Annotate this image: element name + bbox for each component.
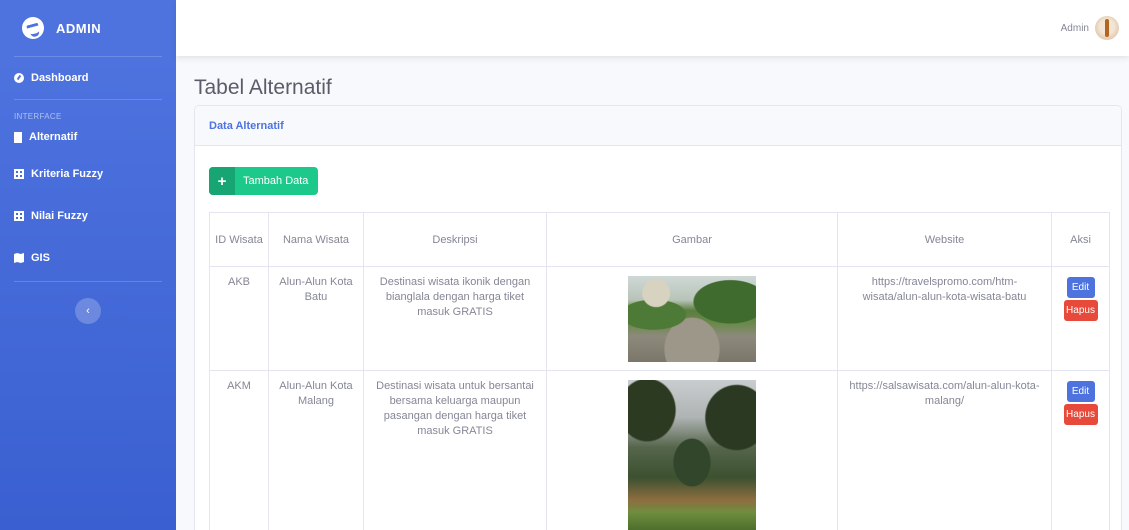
plus-icon: + bbox=[209, 167, 235, 195]
table-row: AKB Alun-Alun Kota Batu Destinasi wisata… bbox=[209, 266, 1110, 371]
cell-nama: Alun-Alun Kota Batu bbox=[268, 266, 364, 371]
user-name[interactable]: Admin bbox=[1061, 23, 1089, 34]
chevron-left-icon: ‹ bbox=[86, 305, 90, 317]
page-title: Tabel Alternatif bbox=[194, 76, 332, 99]
cell-deskripsi: Destinasi wisata ikonik dengan bianglala… bbox=[363, 266, 547, 371]
wisata-image bbox=[628, 276, 756, 362]
add-data-button[interactable]: + Tambah Data bbox=[209, 167, 319, 195]
card-header: Data Alternatif bbox=[195, 106, 1121, 146]
sidebar-toggle-button[interactable]: ‹ bbox=[75, 298, 101, 324]
topbar: Admin bbox=[176, 0, 1129, 56]
table-row: AKM Alun-Alun Kota Malang Destinasi wisa… bbox=[209, 370, 1110, 530]
column-header-website: Website bbox=[837, 212, 1052, 267]
table-icon bbox=[14, 169, 24, 179]
column-header-deskripsi: Deskripsi bbox=[363, 212, 547, 267]
edit-button[interactable]: Edit bbox=[1066, 381, 1095, 402]
cell-gambar bbox=[546, 266, 838, 371]
add-data-label: Tambah Data bbox=[243, 175, 309, 187]
data-card: Data Alternatif + Tambah Data ID Wisata … bbox=[194, 105, 1122, 530]
table-icon bbox=[14, 211, 24, 221]
column-header-gambar: Gambar bbox=[546, 212, 838, 267]
sidebar-item-label: GIS bbox=[31, 252, 50, 264]
sidebar-item-label: Kriteria Fuzzy bbox=[31, 168, 104, 180]
sidebar-item-label: Nilai Fuzzy bbox=[31, 210, 88, 222]
cell-gambar bbox=[546, 370, 838, 530]
user-avatar[interactable] bbox=[1095, 16, 1119, 40]
cell-nama: Alun-Alun Kota Malang bbox=[268, 370, 364, 530]
sidebar-item-alternatif[interactable]: Alternatif bbox=[0, 121, 176, 153]
sidebar-item-gis[interactable]: GIS bbox=[0, 237, 176, 279]
delete-button[interactable]: Hapus bbox=[1063, 404, 1098, 425]
cell-id: AKM bbox=[209, 370, 269, 530]
sidebar-item-nilai-fuzzy[interactable]: Nilai Fuzzy bbox=[0, 195, 176, 237]
cell-aksi: Edit Hapus bbox=[1051, 370, 1110, 530]
sidebar-divider bbox=[14, 281, 162, 282]
column-header-nama: Nama Wisata bbox=[268, 212, 364, 267]
brand-text: ADMIN bbox=[56, 20, 102, 36]
sidebar-item-label: Alternatif bbox=[29, 131, 78, 143]
wisata-image bbox=[628, 380, 756, 530]
edit-button[interactable]: Edit bbox=[1066, 277, 1095, 298]
column-header-id: ID Wisata bbox=[209, 212, 269, 267]
cell-aksi: Edit Hapus bbox=[1051, 266, 1110, 371]
alternatif-table: ID Wisata Nama Wisata Deskripsi Gambar W… bbox=[209, 212, 1110, 530]
cell-id: AKB bbox=[209, 266, 269, 371]
tachometer-icon bbox=[14, 73, 24, 83]
cell-website: https://travelspromo.com/htm-wisata/alun… bbox=[837, 266, 1052, 371]
sidebar-item-dashboard[interactable]: Dashboard bbox=[0, 57, 176, 99]
cell-website: https://salsawisata.com/alun-alun-kota-m… bbox=[837, 370, 1052, 530]
cell-deskripsi: Destinasi wisata untuk bersantai bersama… bbox=[363, 370, 547, 530]
laugh-wink-icon bbox=[19, 14, 47, 42]
sidebar-heading: INTERFACE bbox=[14, 112, 62, 121]
sidebar: ADMIN Dashboard INTERFACE Alternatif Kri… bbox=[0, 0, 176, 530]
column-header-aksi: Aksi bbox=[1051, 212, 1110, 267]
map-icon bbox=[14, 253, 24, 263]
sidebar-brand[interactable]: ADMIN bbox=[0, 0, 176, 56]
sidebar-item-label: Dashboard bbox=[31, 72, 89, 84]
sidebar-item-kriteria-fuzzy[interactable]: Kriteria Fuzzy bbox=[0, 153, 176, 195]
table-header-row: ID Wisata Nama Wisata Deskripsi Gambar W… bbox=[209, 212, 1110, 267]
building-icon bbox=[14, 131, 22, 143]
delete-button[interactable]: Hapus bbox=[1063, 300, 1098, 321]
